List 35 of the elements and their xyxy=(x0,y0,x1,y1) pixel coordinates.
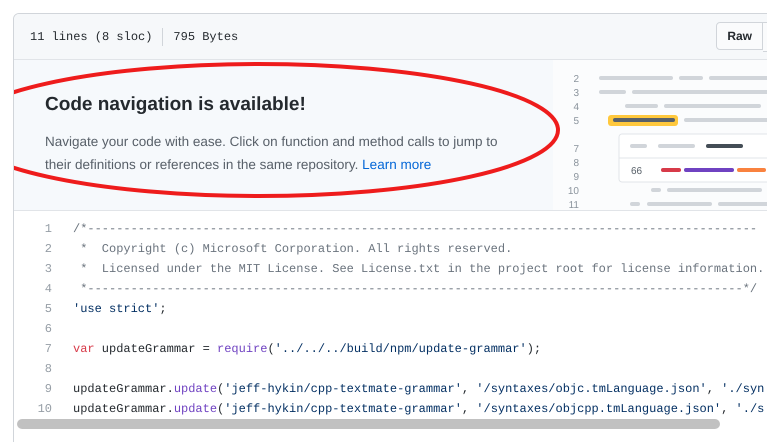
line-number: 8 xyxy=(44,362,52,376)
line-number: 6 xyxy=(44,322,52,336)
code-line: /*--------------------------------------------------------------------------------------------- xyxy=(73,222,758,236)
scrollbar-thumb[interactable] xyxy=(17,419,720,429)
line-number: 8 xyxy=(573,158,579,169)
line-number: 10 xyxy=(36,402,52,415)
line-number: 11 xyxy=(568,200,579,210)
line-number: 7 xyxy=(44,342,52,356)
learn-more-link[interactable]: Learn more xyxy=(362,157,432,172)
code-line: 'use strict'; xyxy=(73,302,167,316)
line-number: 1 xyxy=(44,222,52,236)
line-number: 3 xyxy=(44,262,52,276)
banner-text: Navigate your code with ease. Click on function and method calls to jump to their definitions or references in the same repository. Learn more xyxy=(45,133,498,174)
line-number: 9 xyxy=(573,172,579,183)
code-line: * Licensed under the MIT License. See License.txt in the project root for license information. xyxy=(79,262,764,276)
file-size: 795 Bytes xyxy=(173,30,238,44)
code-line: *-------------------------------------------------------------------------------------------*/ xyxy=(79,282,758,296)
line-number: 3 xyxy=(573,88,579,99)
line-number: 10 xyxy=(568,186,579,197)
reference-count: 66 xyxy=(631,166,642,177)
line-number: 7 xyxy=(573,144,579,155)
line-number: 4 xyxy=(573,102,579,113)
line-count: 11 lines (8 sloc) xyxy=(30,30,152,44)
line-number: 5 xyxy=(44,302,52,316)
code-line: * Copyright (c) Microsoft Corporation. All rights reserved. xyxy=(79,242,512,256)
line-number: 5 xyxy=(573,116,579,127)
raw-button[interactable]: Raw xyxy=(716,22,763,50)
code-line: var updateGrammar = require('../../../build/npm/update-grammar'); xyxy=(73,342,542,356)
code-line: updateGrammar.update('jeff-hykin/cpp-textmate-grammar', '/syntaxes/objc.tmLanguage.json', './syn xyxy=(73,382,764,396)
banner-title: Code navigation is available! xyxy=(45,94,307,116)
line-number: 2 xyxy=(573,74,579,85)
line-number: 2 xyxy=(44,242,52,256)
line-number: 9 xyxy=(44,382,52,396)
code-line: updateGrammar.update('jeff-hykin/cpp-textmate-grammar', '/syntaxes/objcpp.tmLanguage.json', './s xyxy=(73,402,764,415)
line-number: 4 xyxy=(44,282,52,296)
